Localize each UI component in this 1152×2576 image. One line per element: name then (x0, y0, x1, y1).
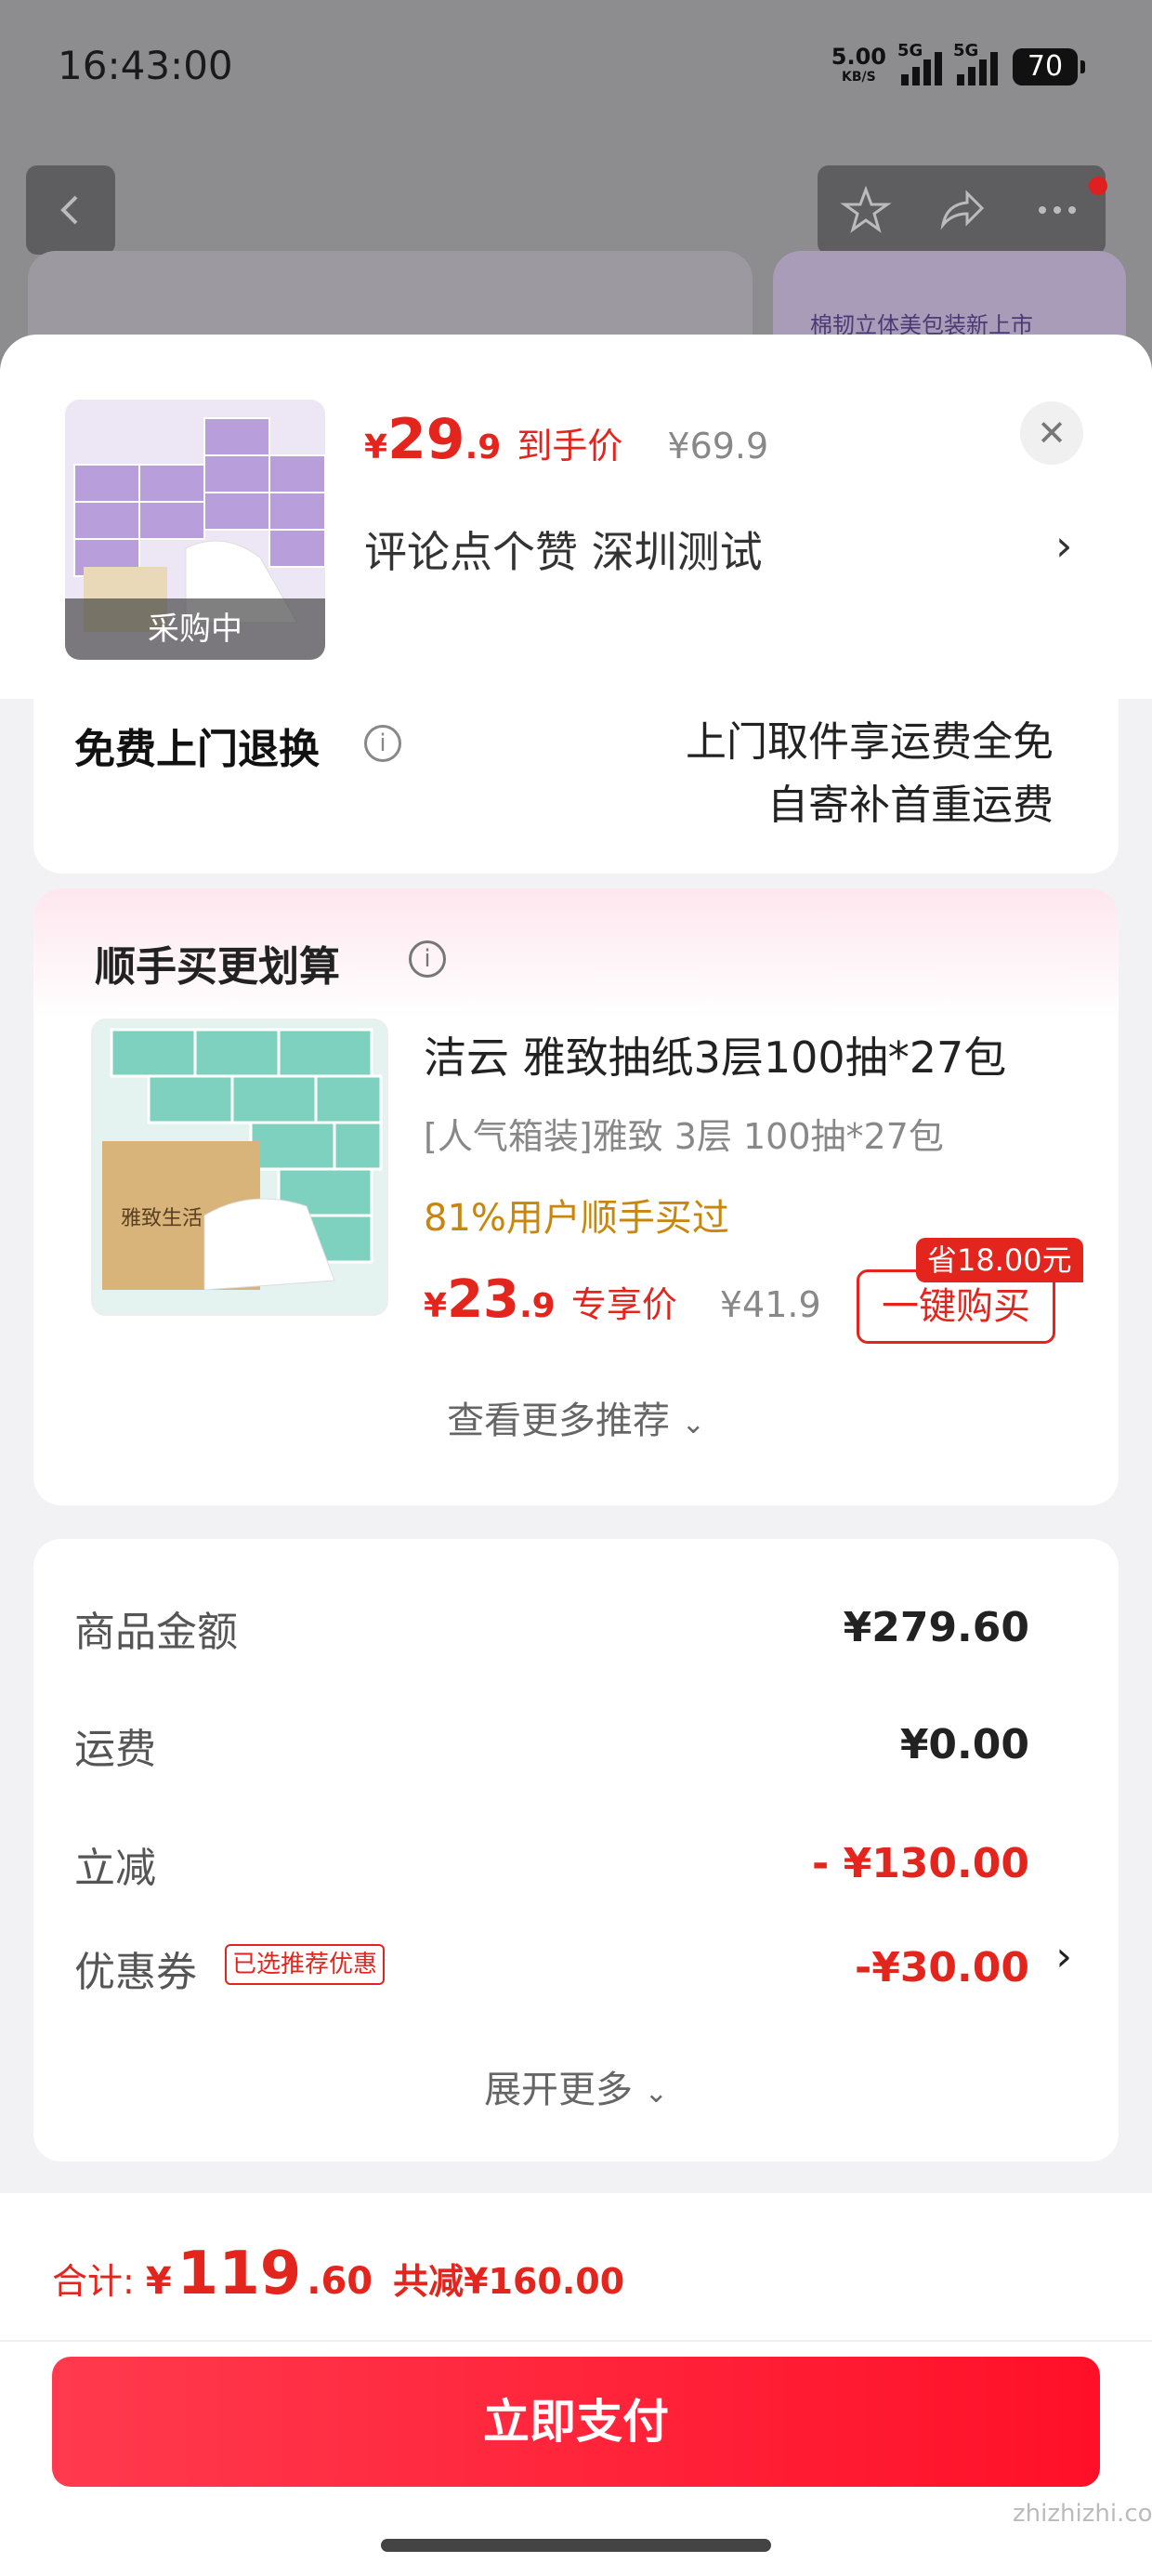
net-speed-unit: KB/S (842, 70, 876, 85)
price-integer: 29 (387, 407, 465, 472)
currency-symbol: ¥ (145, 2260, 172, 2303)
box-label: 雅致生活 (121, 1207, 203, 1230)
price-integer: 23 (447, 1269, 519, 1330)
info-icon[interactable]: i (409, 940, 446, 978)
chevron-right-icon[interactable]: › (1055, 520, 1072, 571)
bundle-popularity: 81%用户顺手买过 (424, 1197, 729, 1240)
selected-spec[interactable]: 评论点个赞 深圳测试 (364, 519, 763, 580)
coupon-tag: 已选推荐优惠 (225, 1944, 386, 1985)
home-indicator[interactable] (381, 2539, 771, 2552)
summary-value-goods: ¥279.60 (843, 1604, 1029, 1651)
bundle-price-group: ¥23.9 专享价 (424, 1269, 677, 1330)
close-button[interactable]: ✕ (1020, 401, 1083, 465)
signal-label: 5G (897, 41, 923, 60)
bundle-title: 顺手买更划算 (95, 943, 340, 991)
chevron-right-icon[interactable]: › (1055, 1933, 1072, 1980)
save-badge: 省18.00元 (916, 1238, 1083, 1282)
original-price: ¥69.9 (667, 426, 769, 467)
watermark: zhizhizhi.com (1013, 2500, 1152, 2528)
summary-label-goods: 商品金额 (74, 1609, 238, 1656)
total-saved: 共减¥160.00 (393, 2261, 625, 2302)
price-decimal: .9 (465, 428, 502, 467)
divider (0, 2340, 1152, 2342)
pay-now-button[interactable]: 立即支付 (52, 2357, 1100, 2487)
summary-label-shipping: 运费 (74, 1726, 156, 1773)
back-icon (60, 195, 78, 225)
notification-dot (1089, 177, 1107, 195)
total-integer: 119 (177, 2240, 302, 2308)
star-icon[interactable] (839, 184, 892, 236)
product-thumbnail[interactable]: 采购中 (65, 400, 325, 660)
expand-more[interactable]: 展开更多 ⌄ (33, 2059, 1119, 2113)
top-actions (818, 165, 1106, 255)
battery-icon: 70 (1013, 48, 1085, 85)
summary-value-shipping: ¥0.00 (899, 1721, 1029, 1768)
net-speed: 5.00 KB/S (831, 46, 886, 87)
return-title: 免费上门退换 (74, 726, 320, 773)
expand-label: 展开更多 (484, 2069, 634, 2111)
signal-icon: 5G (897, 41, 942, 85)
return-line1: 上门取件享运费全免 (686, 718, 1054, 766)
status-bar-icons: 5.00 KB/S 5G 5G 70 (831, 41, 1085, 93)
total-decimal: .60 (307, 2260, 373, 2303)
view-more-recommendations[interactable]: 查看更多推荐 ⌄ (33, 1390, 1119, 1444)
sheet-header: 采购中 ¥29.9 到手价 ¥69.9 评论点个赞 深圳测试 › (0, 335, 1152, 699)
price-label: 到手价 (517, 426, 623, 467)
more-icon[interactable] (1031, 184, 1083, 236)
bundle-product-desc: [人气箱装]雅致 3层 100抽*27包 (424, 1116, 944, 1157)
net-speed-value: 5.00 (831, 44, 886, 70)
price-group: ¥29.9 到手价 (364, 407, 622, 472)
share-icon[interactable] (936, 184, 988, 236)
summary-label-discount: 立减 (74, 1845, 156, 1892)
header-price: ¥29.9 到手价 ¥69.9 (364, 407, 768, 472)
tissue-pack-image: 雅致生活 (93, 1020, 386, 1314)
checkout-sheet: 采购中 ¥29.9 到手价 ¥69.9 评论点个赞 深圳测试 › ✕ 免费上门退… (0, 335, 1152, 2576)
chevron-down-icon: ⌄ (644, 2077, 668, 2109)
currency-symbol: ¥ (424, 1287, 448, 1325)
back-button[interactable] (26, 165, 115, 255)
price-summary-card: 商品金额 ¥279.60 运费 ¥0.00 立减 - ¥130.00 优惠券 已… (33, 1539, 1119, 2162)
bundle-price: ¥23.9 专享价 ¥41.9 (424, 1269, 821, 1330)
total-label: 合计: (52, 2261, 135, 2302)
price-decimal: .9 (519, 1287, 556, 1325)
bundle-original-price: ¥41.9 (719, 1284, 821, 1325)
bottom-bar: 合计: ¥119.60 共减¥160.00 立即支付 zhizhizhi.com (0, 2193, 1152, 2576)
bundle-product-name[interactable]: 洁云 雅致抽纸3层100抽*27包 (424, 1024, 1006, 1085)
background-page: 16:43:00 5.00 KB/S 5G 5G 70 棉韧立体美包装新上市 (0, 0, 1152, 381)
chevron-down-icon: ⌄ (681, 1408, 705, 1440)
summary-value-coupon[interactable]: -¥30.00 (855, 1944, 1029, 1991)
signal-label: 5G (953, 41, 979, 60)
summary-value-discount: - ¥130.00 (812, 1840, 1029, 1887)
return-line2: 自寄补首重运费 (767, 782, 1054, 829)
purchasing-badge: 采购中 (65, 598, 325, 660)
currency-symbol: ¥ (364, 428, 388, 467)
info-icon[interactable]: i (364, 725, 401, 762)
status-time: 16:43:00 (58, 43, 233, 88)
total-amount: 合计: ¥119.60 共减¥160.00 (52, 2240, 624, 2308)
close-icon: ✕ (1020, 401, 1083, 465)
view-more-label: 查看更多推荐 (447, 1400, 671, 1442)
signal-icon: 5G (953, 41, 998, 85)
bundle-product-thumbnail[interactable]: 雅致生活 (91, 1019, 388, 1316)
bundle-card: 顺手买更划算 i 雅致生活 洁云 雅致抽纸3层100抽*27包 [人气箱装]雅致… (33, 888, 1119, 1505)
price-label: 专享价 (570, 1284, 677, 1325)
summary-label-coupon[interactable]: 优惠券 (74, 1939, 197, 1998)
